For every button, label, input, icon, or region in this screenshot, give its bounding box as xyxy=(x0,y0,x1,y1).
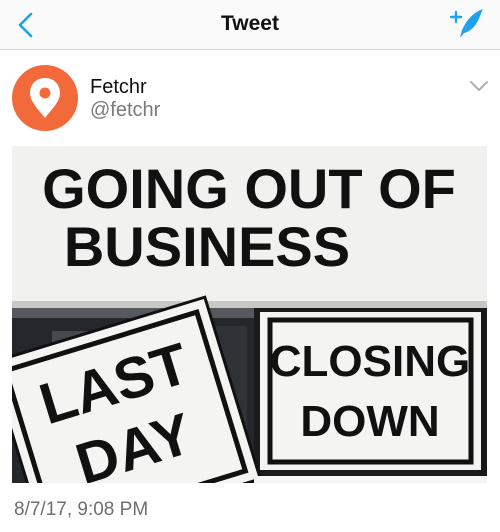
banner-line-1: GOING OUT OF xyxy=(42,157,456,220)
location-pin-logo xyxy=(30,78,60,118)
tweet-header: Fetchr @fetchr xyxy=(0,50,500,146)
right-sign-line-1: CLOSING xyxy=(270,337,470,386)
author-display-name[interactable]: Fetchr xyxy=(90,76,147,99)
right-sign-line-2: DOWN xyxy=(300,397,439,446)
tweet-menu-button[interactable] xyxy=(468,78,490,94)
avatar[interactable] xyxy=(12,65,78,131)
banner-line-2: BUSINESS xyxy=(64,215,350,278)
tweet-photo[interactable]: GOING OUT OF BUSINESS CLOSING DOWN LAST … xyxy=(12,146,487,483)
compose-tweet-icon xyxy=(449,9,483,38)
chevron-down-icon xyxy=(470,81,488,91)
compose-tweet-button[interactable] xyxy=(449,6,486,42)
navigation-bar: Tweet xyxy=(0,0,500,50)
author-handle[interactable]: @fetchr xyxy=(90,99,160,122)
page-title: Tweet xyxy=(221,12,279,35)
tweet-timestamp: 8/7/17, 9:08 PM xyxy=(14,499,149,520)
